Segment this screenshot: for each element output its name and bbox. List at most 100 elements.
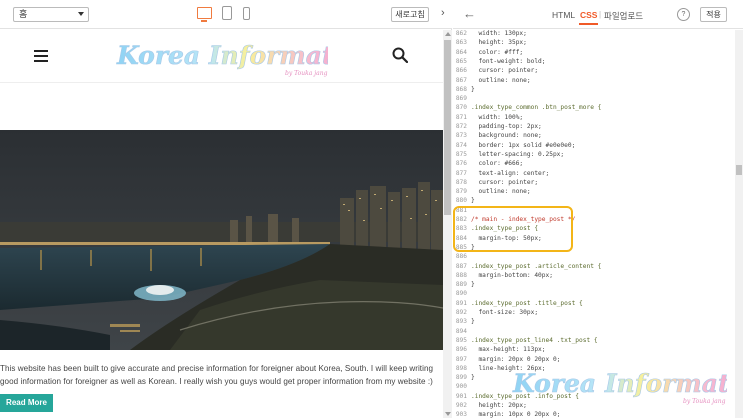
hero-image xyxy=(0,130,443,350)
line-number: 872 xyxy=(455,123,467,130)
code-line[interactable]: 872 padding-top: 2px; xyxy=(453,122,542,131)
code-text: margin: 10px 0 20px 0; xyxy=(471,411,561,418)
css-code-editor[interactable]: 862 width: 130px; 863 height: 35px; 864 co… xyxy=(453,30,735,418)
code-text: } xyxy=(471,85,475,93)
code-text: font-weight: bold; xyxy=(471,57,546,65)
code-text: width: 130px; xyxy=(471,30,527,37)
code-line[interactable]: 890 xyxy=(453,289,471,298)
editor-pane: ← HTML CSS | 파일업로드 ? 적용 862 width: 130px… xyxy=(453,0,743,418)
line-number: 895 xyxy=(455,336,467,344)
code-line[interactable]: 903 margin: 10px 0 20px 0; xyxy=(453,410,561,418)
tab-html[interactable]: HTML xyxy=(552,10,575,20)
code-line[interactable]: 887 .index_type_post .article_content { xyxy=(453,262,602,271)
chevron-right-icon[interactable]: › xyxy=(441,7,445,19)
code-line[interactable]: 889} xyxy=(453,280,475,289)
line-number: 894 xyxy=(455,327,467,335)
code-line[interactable]: 897 margin: 20px 0 20px 0; xyxy=(453,355,561,364)
code-text: color: #666; xyxy=(471,160,524,168)
code-text: .index_type_common .btn_post_more { xyxy=(471,104,602,112)
menu-icon[interactable] xyxy=(34,50,48,62)
code-line[interactable]: 893} xyxy=(453,317,475,326)
refresh-button[interactable]: 새로고침 xyxy=(391,7,429,22)
code-line[interactable]: 862 width: 130px; xyxy=(453,30,527,38)
line-number: 879 xyxy=(455,188,467,196)
line-number: 892 xyxy=(455,309,467,316)
scrollbar-thumb[interactable] xyxy=(444,40,451,215)
line-number: 864 xyxy=(455,48,467,56)
code-line[interactable]: 896 max-height: 113px; xyxy=(453,345,546,354)
line-number: 899 xyxy=(455,374,467,382)
code-line[interactable]: 863 height: 35px; xyxy=(453,38,527,47)
code-line[interactable]: 866 cursor: pointer; xyxy=(453,66,538,75)
code-line[interactable]: 879 outline: none; xyxy=(453,187,531,196)
read-more-button[interactable]: Read More xyxy=(0,394,53,412)
preview-toolbar: 홈 새로고침 › xyxy=(0,0,452,29)
code-line[interactable]: 875 letter-spacing: 0.25px; xyxy=(453,150,564,159)
tab-css[interactable]: CSS xyxy=(578,10,600,25)
search-icon[interactable] xyxy=(392,47,408,63)
code-text: background: none; xyxy=(471,132,542,140)
code-line[interactable]: 874 border: 1px solid #e0e0e0; xyxy=(453,141,576,150)
mobile-view-icon[interactable] xyxy=(243,7,250,20)
svg-text:by Touka jang: by Touka jang xyxy=(683,398,726,405)
code-text: cursor: pointer; xyxy=(471,178,539,186)
code-line[interactable]: 899} xyxy=(453,373,475,382)
logo-watermark: Korea Information by Touka jang xyxy=(512,369,727,405)
preview-scrollbar[interactable] xyxy=(443,30,452,418)
code-line[interactable]: 880} xyxy=(453,196,475,205)
site-preview: Korea Information by Touka jang xyxy=(0,30,443,418)
code-text: outline: none; xyxy=(471,76,531,84)
line-number: 898 xyxy=(455,364,467,372)
line-number: 875 xyxy=(455,150,467,158)
line-number: 866 xyxy=(455,67,467,75)
tablet-view-icon[interactable] xyxy=(222,6,232,20)
editor-toolbar: ← HTML CSS | 파일업로드 ? 적용 xyxy=(453,0,743,29)
editor-scrollbar[interactable] xyxy=(735,30,743,418)
line-number: 869 xyxy=(455,95,467,103)
code-text: margin: 20px 0 20px 0; xyxy=(471,355,561,363)
code-line[interactable]: 864 color: #fff; xyxy=(453,48,523,57)
code-text: } xyxy=(471,374,475,382)
code-line[interactable]: 869 xyxy=(453,94,471,103)
back-arrow-icon[interactable]: ← xyxy=(463,6,476,21)
code-line[interactable]: 870 .index_type_common .btn_post_more { xyxy=(453,103,602,112)
code-line[interactable]: 895 .index_type_post_line4 .txt_post { xyxy=(453,336,598,345)
scroll-down-icon[interactable] xyxy=(445,412,451,416)
line-number: 865 xyxy=(455,57,467,65)
scroll-up-icon[interactable] xyxy=(445,32,451,36)
chevron-down-icon xyxy=(78,12,84,16)
site-description: This website has been built to give accu… xyxy=(0,364,434,386)
line-number: 867 xyxy=(455,76,467,84)
code-line[interactable]: 886 xyxy=(453,252,471,261)
code-text: margin-bottom: 40px; xyxy=(471,271,553,279)
line-number: 874 xyxy=(455,141,467,149)
svg-text:Korea Information: Korea Information xyxy=(512,369,727,398)
code-line[interactable]: 892 font-size: 30px; xyxy=(453,308,538,317)
code-text: color: #fff; xyxy=(471,48,524,56)
page-select[interactable]: 홈 xyxy=(13,7,89,22)
line-number: 893 xyxy=(455,318,467,326)
code-line[interactable]: 868} xyxy=(453,85,475,94)
code-line[interactable]: 878 cursor: pointer; xyxy=(453,178,538,187)
code-line[interactable]: 900 xyxy=(453,382,471,391)
site-header: Korea Information by Touka jang xyxy=(0,30,443,83)
tab-file-upload[interactable]: 파일업로드 xyxy=(604,10,643,22)
line-number: 886 xyxy=(455,253,467,261)
code-line[interactable]: 867 outline: none; xyxy=(453,76,531,85)
code-line[interactable]: 871 width: 100%; xyxy=(453,113,523,122)
desktop-view-icon[interactable] xyxy=(197,7,212,22)
preview-pane: 홈 새로고침 › Korea Informatio xyxy=(0,0,452,418)
scrollbar-thumb[interactable] xyxy=(736,165,742,175)
code-line[interactable]: 891 .index_type_post .title_post { xyxy=(453,299,583,308)
code-line[interactable]: 894 xyxy=(453,327,471,336)
code-line[interactable]: 877 text-align: center; xyxy=(453,169,549,178)
code-text: cursor: pointer; xyxy=(471,67,539,75)
code-line[interactable]: 865 font-weight: bold; xyxy=(453,57,546,66)
line-number: 888 xyxy=(455,271,467,279)
code-line[interactable]: 888 margin-bottom: 40px; xyxy=(453,271,553,280)
code-line[interactable]: 873 background: none; xyxy=(453,131,542,140)
site-logo[interactable]: Korea Information by Touka jang xyxy=(113,38,328,78)
help-button[interactable]: ? xyxy=(677,8,690,21)
code-line[interactable]: 876 color: #666; xyxy=(453,159,523,168)
apply-button[interactable]: 적용 xyxy=(700,7,727,22)
